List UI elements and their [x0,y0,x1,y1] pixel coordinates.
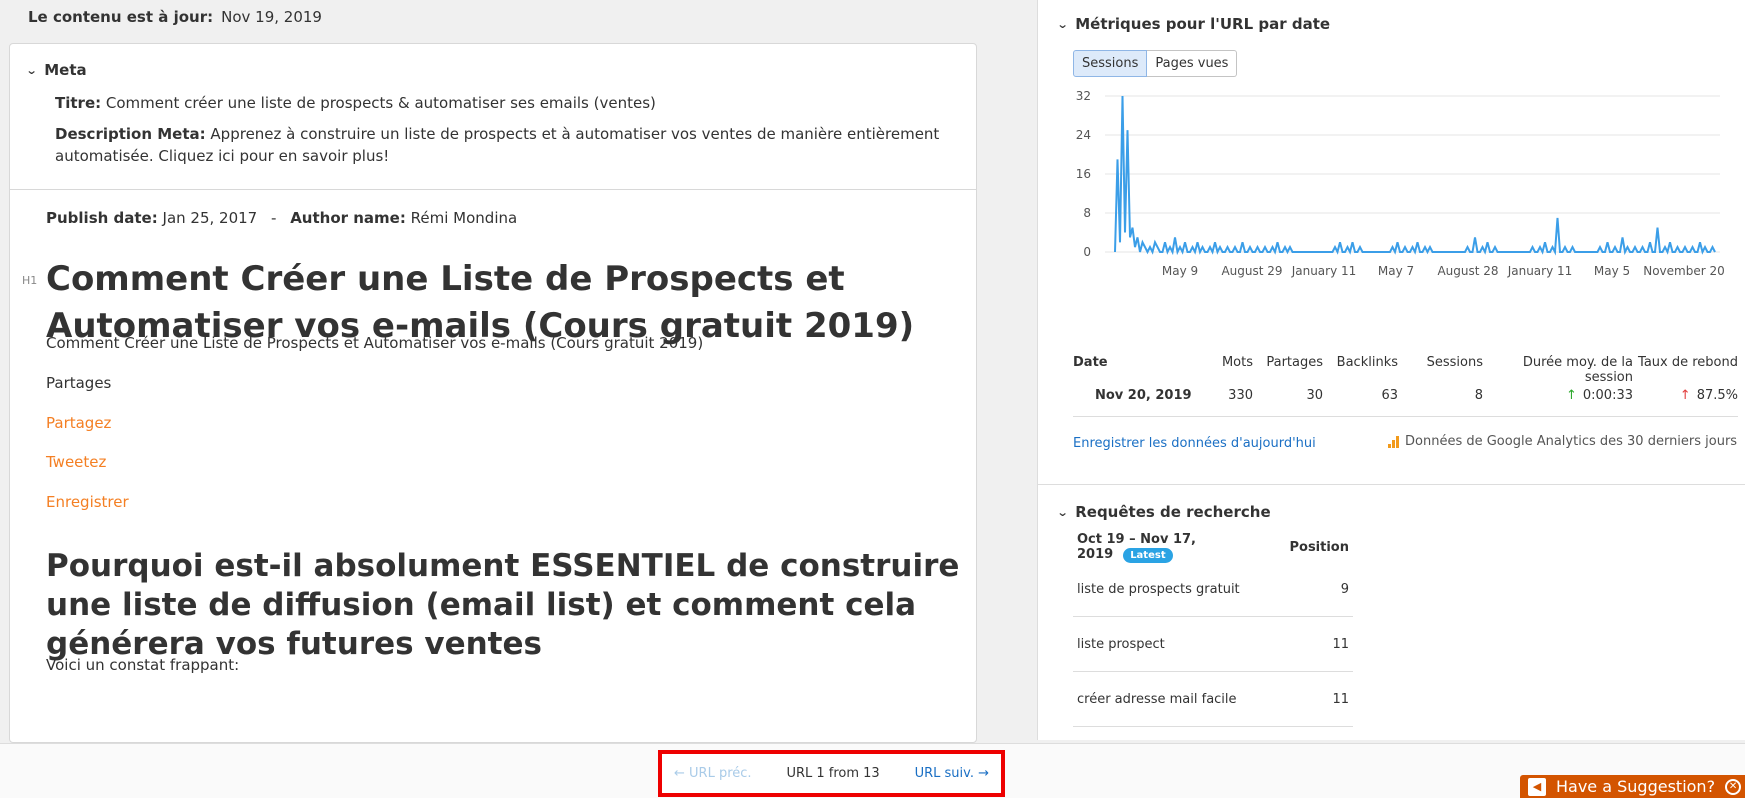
save-today-link[interactable]: Enregistrer les données d'aujourd'hui [1073,436,1316,451]
queries-table: Oct 19 – Nov 17, 2019 Latest Position lis… [1073,532,1353,727]
megaphone-icon: ◀ [1528,777,1546,796]
metrics-table: Date Mots Partages Backlinks Sessions Du… [1073,355,1738,417]
ga-note: Données de Google Analytics des 30 derni… [1388,434,1737,449]
row-rebond: ↑ 87.5% [1633,388,1738,403]
section-divider [1038,484,1745,485]
next-url-button[interactable]: URL suiv. → [915,766,989,781]
query-position: 11 [1332,636,1349,652]
arrow-up-icon: ↑ [1565,388,1577,403]
x-tick-label: May 9 [1162,264,1198,278]
col-header: Backlinks [1336,355,1398,370]
row-date: Nov 20, 2019 [1095,388,1192,403]
query-text: liste prospect [1077,636,1165,652]
meta-toggle[interactable]: ⌄ Meta [25,61,976,79]
col-header: Partages [1266,355,1323,370]
duree-value: 0:00:33 [1582,388,1633,403]
row-sessions: 8 [1474,388,1483,403]
uptodate-date: Nov 19, 2019 [221,8,322,26]
url-counter: URL 1 from 13 [786,766,880,781]
query-text: liste de prospects gratuit [1077,581,1240,597]
h1-tag: H1 [22,274,38,287]
col-header: Sessions [1426,355,1483,370]
meta-title-label: Titre: [55,94,102,112]
article-paragraph: Voici un constat frappant: [46,656,240,674]
queries-range-wrap: Oct 19 – Nov 17, 2019 Latest [1077,532,1289,563]
meta-title-value: Comment créer une liste de prospects & a… [105,94,656,112]
query-position: 9 [1340,581,1349,597]
x-tick-label: August 29 [1221,264,1282,278]
col-header: Durée moy. de la session [1522,355,1633,385]
right-panel: ⌄ Métriques pour l'URL par date Sessions… [1038,0,1745,740]
row-duree: ↑ 0:00:33 [1483,388,1633,403]
ga-note-text: Données de Google Analytics des 30 derni… [1405,434,1738,449]
article-paragraph: Comment Créer une Liste de Prospects et … [46,334,704,352]
meta-description-row: Description Meta: Apprenez à construire … [55,123,965,167]
article-paragraph: Partages [46,374,112,392]
chevron-down-icon: ⌄ [1056,505,1069,519]
save-link[interactable]: Enregistrer [46,493,129,511]
y-tick-label: 8 [1083,206,1091,220]
query-position: 11 [1332,691,1349,707]
x-tick-label: January 11 [1507,264,1573,278]
suggestion-label: Have a Suggestion? [1556,777,1716,796]
metrics-table-header: Date Mots Partages Backlinks Sessions Du… [1073,355,1738,385]
author-name: Rémi Mondina [410,209,518,227]
share-link[interactable]: Partagez [46,414,111,432]
table-row: Nov 20, 2019 330 30 63 8 ↑ 0:00:33 ↑ 87.5% [1073,375,1738,417]
suggestion-button[interactable]: ◀ Have a Suggestion? ✕ [1520,775,1745,798]
x-tick-label: May 7 [1378,264,1414,278]
row-partages: 30 [1306,388,1323,403]
meta-heading: Meta [44,61,87,79]
close-icon[interactable]: ✕ [1725,778,1742,795]
author-label: Author name: [290,209,406,227]
tweet-link[interactable]: Tweetez [46,453,106,471]
rebond-value: 87.5% [1696,388,1738,403]
x-tick-label: August 28 [1437,264,1498,278]
metric-tabs: Sessions Pages vues [1073,50,1238,77]
x-tick-label: January 11 [1291,264,1357,278]
content-card: ⌄ Meta Titre: Comment créer une liste de… [9,43,977,743]
table-row[interactable]: liste de prospects gratuit 9 [1073,562,1353,617]
table-row[interactable]: créer adresse mail facile 11 [1073,672,1353,727]
uptodate-label: Le contenu est à jour: [28,8,214,26]
tab-sessions[interactable]: Sessions [1073,50,1148,77]
position-header: Position [1289,539,1349,555]
publish-info: Publish date: Jan 25, 2017 - Author name… [46,209,517,227]
meta-description-label: Description Meta: [55,125,206,143]
col-header: Taux de rebond [1638,355,1738,370]
publish-date: Jan 25, 2017 [162,209,258,227]
y-tick-label: 0 [1083,245,1091,259]
row-mots: 330 [1228,388,1253,403]
google-analytics-icon [1388,435,1399,448]
separator: - [270,209,277,227]
publish-label: Publish date: [46,209,158,227]
metrics-title: Métriques pour l'URL par date [1075,15,1331,33]
y-tick-label: 32 [1076,89,1091,103]
col-header: Mots [1221,355,1253,370]
x-tick-label: November 20 [1643,264,1724,278]
metrics-toggle[interactable]: ⌄ Métriques pour l'URL par date [1056,15,1331,33]
row-backlinks: 63 [1381,388,1398,403]
tab-pages-vues[interactable]: Pages vues [1147,50,1238,77]
prev-url-button[interactable]: ← URL préc. [674,766,752,781]
url-pagination: ← URL préc. URL 1 from 13 URL suiv. → [658,750,1005,797]
chevron-down-icon: ⌄ [25,63,38,77]
uptodate-status: Le contenu est à jour: Nov 19, 2019 [28,8,322,26]
y-tick-label: 24 [1076,128,1091,142]
arrow-up-icon: ↑ [1679,388,1691,403]
x-tick-label: May 5 [1594,264,1630,278]
y-tick-label: 16 [1076,167,1091,181]
meta-title-row: Titre: Comment créer une liste de prospe… [55,92,976,114]
article-h2: Pourquoi est-il absolument ESSENTIEL de … [46,548,960,662]
sessions-line-chart: 0 8 16 24 32 May 9 August 29 January 11 May 7 Aug… [1076,89,1724,278]
table-row[interactable]: liste prospect 11 [1073,617,1353,672]
latest-badge: Latest [1123,548,1173,563]
query-text: créer adresse mail facile [1077,691,1237,707]
meta-section: ⌄ Meta Titre: Comment créer une liste de… [10,44,976,190]
queries-toggle[interactable]: ⌄ Requêtes de recherche [1056,503,1271,521]
col-header: Date [1073,355,1108,370]
queries-header: Oct 19 – Nov 17, 2019 Latest Position [1073,532,1353,563]
chevron-down-icon: ⌄ [1056,17,1069,31]
queries-title: Requêtes de recherche [1075,503,1271,521]
